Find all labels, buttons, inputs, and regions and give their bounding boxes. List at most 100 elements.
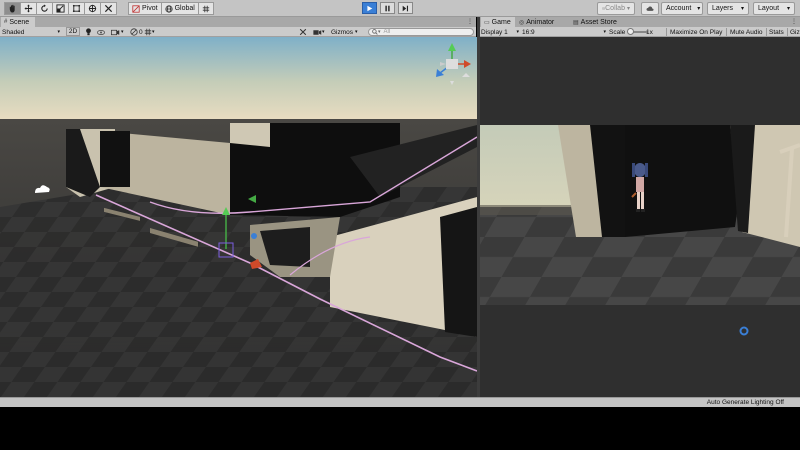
- move-icon: [24, 4, 33, 13]
- display-dropdown[interactable]: Display 1 ▾: [481, 27, 519, 37]
- cloud-button[interactable]: [641, 2, 659, 15]
- grid-icon: [144, 28, 152, 36]
- hidden-objects-toggle[interactable]: 0: [130, 27, 143, 37]
- block-front-shadow: [440, 207, 477, 337]
- mode-2d-label: 2D: [68, 28, 78, 35]
- wall-shadow-main: [100, 131, 130, 187]
- stats-toggle[interactable]: Stats: [769, 27, 784, 37]
- scene-search-input[interactable]: ▾ All: [368, 28, 474, 36]
- tab-asset-store[interactable]: ▤ Asset Store: [570, 17, 630, 27]
- scale-icon: [56, 4, 65, 13]
- letterbox-top: [480, 37, 800, 125]
- account-group: Account ▾: [661, 2, 703, 15]
- camera-icon: [313, 29, 322, 35]
- effects-icon: [111, 29, 120, 35]
- tab-game-label: Game: [491, 18, 511, 26]
- display-label: Display 1: [481, 28, 508, 36]
- hidden-count: 0: [139, 28, 143, 36]
- camera-caret-icon: ▾: [322, 29, 325, 35]
- transform-tool-button[interactable]: [85, 2, 101, 15]
- scene-tools-button[interactable]: [299, 27, 307, 37]
- grid-snap-icon: [202, 5, 209, 12]
- collab-dropdown[interactable]: Collab ▾: [597, 2, 635, 15]
- scene-render: [0, 37, 477, 397]
- scale-slider-thumb[interactable]: [627, 28, 634, 35]
- rect-tool-button[interactable]: [69, 2, 85, 15]
- asset-store-tab-icon: ▤: [573, 19, 579, 26]
- hidden-objects-icon: [130, 28, 138, 36]
- layout-dropdown[interactable]: Layout ▾: [753, 2, 795, 15]
- game-viewport[interactable]: [480, 37, 800, 397]
- rotate-tool-button[interactable]: [37, 2, 53, 15]
- account-dropdown[interactable]: Account ▾: [661, 2, 703, 15]
- move-tool-button[interactable]: [21, 2, 37, 15]
- game-gizmos-label: Giz: [790, 28, 800, 36]
- layout-caret-icon: ▾: [786, 6, 790, 12]
- unity-editor-window: Pivot Global Collab ▾ Account ▾ Layers ▾…: [0, 0, 800, 450]
- status-bar: Auto Generate Lighting Off: [0, 397, 800, 407]
- cloud-icon: [646, 6, 654, 11]
- tab-game[interactable]: ▭ Game: [481, 17, 515, 27]
- custom-tool-button[interactable]: [101, 2, 117, 15]
- camera-settings-button[interactable]: ▾: [313, 27, 325, 37]
- mute-audio-toggle[interactable]: Mute Audio: [730, 27, 763, 37]
- global-toggle[interactable]: Global: [161, 2, 199, 15]
- stats-label: Stats: [769, 28, 784, 36]
- hand-icon: [9, 4, 15, 13]
- layers-caret-icon: ▾: [740, 6, 744, 12]
- layers-dropdown[interactable]: Layers ▾: [707, 2, 749, 15]
- play-icon: [367, 5, 373, 11]
- hand-tool-button[interactable]: [4, 2, 21, 15]
- maximize-on-play-toggle[interactable]: Maximize On Play: [670, 27, 722, 37]
- scene-grid-toggle[interactable]: ▾: [144, 27, 155, 37]
- layers-group: Layers ▾: [707, 2, 749, 15]
- building-top-lit: [230, 123, 270, 147]
- layers-label: Layers: [712, 5, 734, 12]
- scale-tool-button[interactable]: [53, 2, 69, 15]
- gizmos-dropdown[interactable]: Gizmos ▾: [331, 27, 358, 37]
- wrench-icon: [299, 28, 307, 36]
- gizmos-label: Gizmos: [331, 28, 354, 36]
- shading-mode-dropdown[interactable]: Shaded ▾: [2, 27, 60, 37]
- pause-button[interactable]: [380, 2, 395, 14]
- tab-animator[interactable]: ◎ Animator: [516, 17, 568, 27]
- rect-transform-icon: [72, 4, 81, 13]
- toolbar-separator: [666, 28, 667, 36]
- audio-toggle[interactable]: [97, 27, 105, 37]
- eye-icon: [97, 29, 105, 35]
- scene-panel-menu-icon[interactable]: ⋮: [467, 18, 473, 25]
- scene-viewport[interactable]: [0, 37, 477, 397]
- mute-audio-label: Mute Audio: [730, 28, 763, 36]
- game-gizmos-toggle[interactable]: Giz: [790, 27, 800, 37]
- pivot-label: Pivot: [142, 5, 158, 12]
- transform-tools: [4, 2, 117, 15]
- scale-slider-track: [627, 28, 648, 35]
- tab-animator-label: Animator: [526, 18, 555, 26]
- step-button[interactable]: [398, 2, 413, 14]
- shading-mode-label: Shaded: [2, 28, 25, 36]
- play-button[interactable]: [362, 2, 377, 14]
- animator-tab-icon: ◎: [519, 19, 525, 26]
- letterbox-bottom: [480, 305, 800, 397]
- step-icon: [402, 5, 409, 11]
- aspect-dropdown[interactable]: 16:9 ▾: [522, 27, 606, 37]
- scale-value: 1x: [646, 28, 653, 36]
- tab-scene-label: Scene: [9, 18, 30, 26]
- scale-slider[interactable]: [627, 27, 648, 37]
- layout-label: Layout: [758, 5, 780, 12]
- effects-toggle[interactable]: ▾: [111, 27, 124, 37]
- layout-group: Layout ▾: [753, 2, 795, 15]
- tab-asset-store-label: Asset Store: [580, 18, 617, 26]
- lightbulb-icon: [86, 28, 91, 36]
- game-tab-bar: ▭ Game ◎ Animator ▤ Asset Store ⋮: [480, 17, 800, 27]
- tab-scene[interactable]: # Scene: [1, 17, 35, 27]
- game-panel-menu-icon[interactable]: ⋮: [791, 18, 797, 25]
- pause-icon: [385, 5, 390, 11]
- pivot-toggle[interactable]: Pivot: [128, 2, 162, 15]
- pivot-icon: [132, 4, 140, 13]
- grid-snap-button[interactable]: [198, 2, 214, 15]
- mode-2d-toggle[interactable]: 2D: [66, 27, 80, 36]
- scene-tab-bar: # Scene ⋮: [0, 17, 476, 27]
- collab-group: Collab ▾: [597, 2, 635, 15]
- lighting-toggle[interactable]: [85, 27, 92, 37]
